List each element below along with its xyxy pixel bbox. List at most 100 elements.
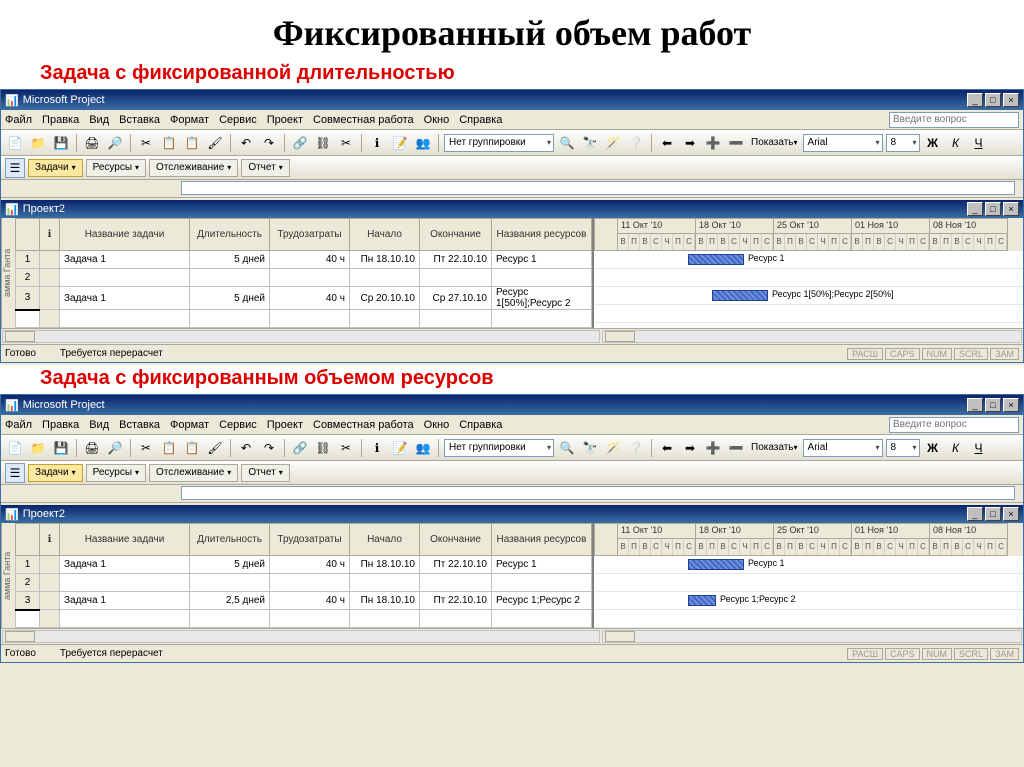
work-cell[interactable]: 40 ч	[270, 287, 350, 310]
h-scrollbar[interactable]	[1, 628, 1023, 644]
maximize-button[interactable]: □	[985, 93, 1001, 107]
finish-cell[interactable]: Пт 22.10.10	[420, 592, 492, 610]
menu-item[interactable]: Проект	[267, 114, 303, 126]
close-button[interactable]: ×	[1003, 93, 1019, 107]
h-scrollbar[interactable]	[1, 328, 1023, 344]
task-name-cell[interactable]	[60, 574, 190, 592]
italic-button[interactable]: К	[946, 133, 966, 153]
help-icon[interactable]	[626, 133, 646, 153]
new-icon[interactable]	[5, 133, 25, 153]
info-cell[interactable]	[40, 592, 60, 610]
menu-item[interactable]: Правка	[42, 419, 79, 431]
row-header-col[interactable]	[16, 219, 40, 251]
resources-cell[interactable]: Ресурс 1	[492, 556, 592, 574]
edit-input[interactable]	[181, 181, 1015, 195]
timescale[interactable]: 11 Окт '10ВПВСЧПС18 Окт '10ВПВСЧПС25 Окт…	[594, 523, 1023, 556]
format-painter-icon[interactable]: 🖌	[205, 438, 225, 458]
duration-cell[interactable]	[190, 574, 270, 592]
minimize-button[interactable]: _	[967, 93, 983, 107]
duration-cell[interactable]: 5 дней	[190, 287, 270, 310]
report-view-button[interactable]: Отчет ▾	[241, 464, 289, 482]
work-cell[interactable]	[270, 269, 350, 287]
show-label[interactable]: Показать▾	[749, 442, 800, 453]
unlink-icon[interactable]: ⛓	[313, 438, 333, 458]
wizard-icon[interactable]: 🪄	[603, 438, 623, 458]
menu-item[interactable]: Совместная работа	[313, 114, 414, 126]
resources-cell[interactable]: Ресурс 1	[492, 251, 592, 269]
resources-cell[interactable]: Ресурс 1;Ресурс 2	[492, 592, 592, 610]
font-size-combo[interactable]: 8	[886, 439, 920, 457]
zoom-icon[interactable]	[557, 438, 577, 458]
resources-col-header[interactable]: Названия ресурсов	[492, 524, 592, 556]
undo-icon[interactable]	[236, 438, 256, 458]
cut-icon[interactable]	[136, 438, 156, 458]
link-icon[interactable]	[290, 438, 310, 458]
start-cell[interactable]: Пн 18.10.10	[350, 556, 420, 574]
underline-button[interactable]: Ч	[969, 133, 989, 153]
paste-icon[interactable]	[182, 438, 202, 458]
expand-icon[interactable]	[703, 133, 723, 153]
undo-icon[interactable]	[236, 133, 256, 153]
resources-cell[interactable]	[492, 574, 592, 592]
menu-item[interactable]: Сервис	[219, 419, 257, 431]
info-cell[interactable]	[40, 556, 60, 574]
wizard-icon[interactable]: 🪄	[603, 133, 623, 153]
menu-item[interactable]: Справка	[459, 419, 502, 431]
resources-view-button[interactable]: Ресурсы ▾	[86, 464, 146, 482]
menu-item[interactable]: Файл	[5, 114, 32, 126]
italic-button[interactable]: К	[946, 438, 966, 458]
indent-icon[interactable]	[680, 438, 700, 458]
menu-item[interactable]: Окно	[424, 419, 450, 431]
edit-input[interactable]	[181, 486, 1015, 500]
start-cell[interactable]: Пн 18.10.10	[350, 251, 420, 269]
split-icon[interactable]: ✂	[336, 438, 356, 458]
finish-cell[interactable]	[420, 574, 492, 592]
info-icon[interactable]: ℹ	[367, 133, 387, 153]
minimize-button[interactable]: _	[967, 398, 983, 412]
task-name-cell[interactable]: Задача 1	[60, 287, 190, 310]
print-icon[interactable]	[82, 438, 102, 458]
timescale[interactable]: 11 Окт '10ВПВСЧПС18 Окт '10ВПВСЧПС25 Окт…	[594, 218, 1023, 251]
resources-cell[interactable]: Ресурс 1[50%];Ресурс 2	[492, 287, 592, 310]
duration-cell[interactable]: 5 дней	[190, 556, 270, 574]
font-combo[interactable]: Arial	[803, 439, 883, 457]
report-view-button[interactable]: Отчет ▾	[241, 159, 289, 177]
row-header-col[interactable]	[16, 524, 40, 556]
name-col-header[interactable]: Название задачи	[60, 524, 190, 556]
help-search-input[interactable]	[889, 417, 1019, 433]
finish-cell[interactable]: Пт 22.10.10	[420, 251, 492, 269]
duration-cell[interactable]	[190, 269, 270, 287]
work-col-header[interactable]: Трудозатраты	[270, 524, 350, 556]
menu-item[interactable]: Формат	[170, 419, 209, 431]
redo-icon[interactable]	[259, 438, 279, 458]
view-icon[interactable]: ☰	[5, 463, 25, 483]
bold-button[interactable]: Ж	[923, 133, 943, 153]
close-button[interactable]: ×	[1003, 398, 1019, 412]
indent-icon[interactable]	[680, 133, 700, 153]
assign-icon[interactable]: 👥	[413, 133, 433, 153]
doc-close-button[interactable]: ×	[1003, 507, 1019, 521]
tracking-view-button[interactable]: Отслеживание ▾	[149, 159, 238, 177]
task-name-cell[interactable]	[60, 269, 190, 287]
gantt-bar[interactable]	[688, 254, 744, 265]
doc-close-button[interactable]: ×	[1003, 202, 1019, 216]
info-cell[interactable]	[40, 287, 60, 310]
gantt-bar[interactable]	[688, 559, 744, 570]
finish-cell[interactable]: Ср 27.10.10	[420, 287, 492, 310]
duration-cell[interactable]: 5 дней	[190, 251, 270, 269]
preview-icon[interactable]: 🔎	[105, 438, 125, 458]
work-col-header[interactable]: Трудозатраты	[270, 219, 350, 251]
bold-button[interactable]: Ж	[923, 438, 943, 458]
format-painter-icon[interactable]: 🖌	[205, 133, 225, 153]
new-icon[interactable]	[5, 438, 25, 458]
menu-item[interactable]: Вид	[89, 114, 109, 126]
work-cell[interactable]: 40 ч	[270, 592, 350, 610]
info-col-header[interactable]: ℹ	[40, 219, 60, 251]
menu-item[interactable]: Вставка	[119, 114, 160, 126]
table-row[interactable]: 3 Задача 1 2,5 дней 40 ч Пн 18.10.10 Пт …	[16, 592, 592, 610]
start-cell[interactable]: Пн 18.10.10	[350, 592, 420, 610]
help-icon[interactable]	[626, 438, 646, 458]
menu-item[interactable]: Окно	[424, 114, 450, 126]
open-icon[interactable]	[28, 133, 48, 153]
table-row[interactable]: 1 Задача 1 5 дней 40 ч Пн 18.10.10 Пт 22…	[16, 556, 592, 574]
